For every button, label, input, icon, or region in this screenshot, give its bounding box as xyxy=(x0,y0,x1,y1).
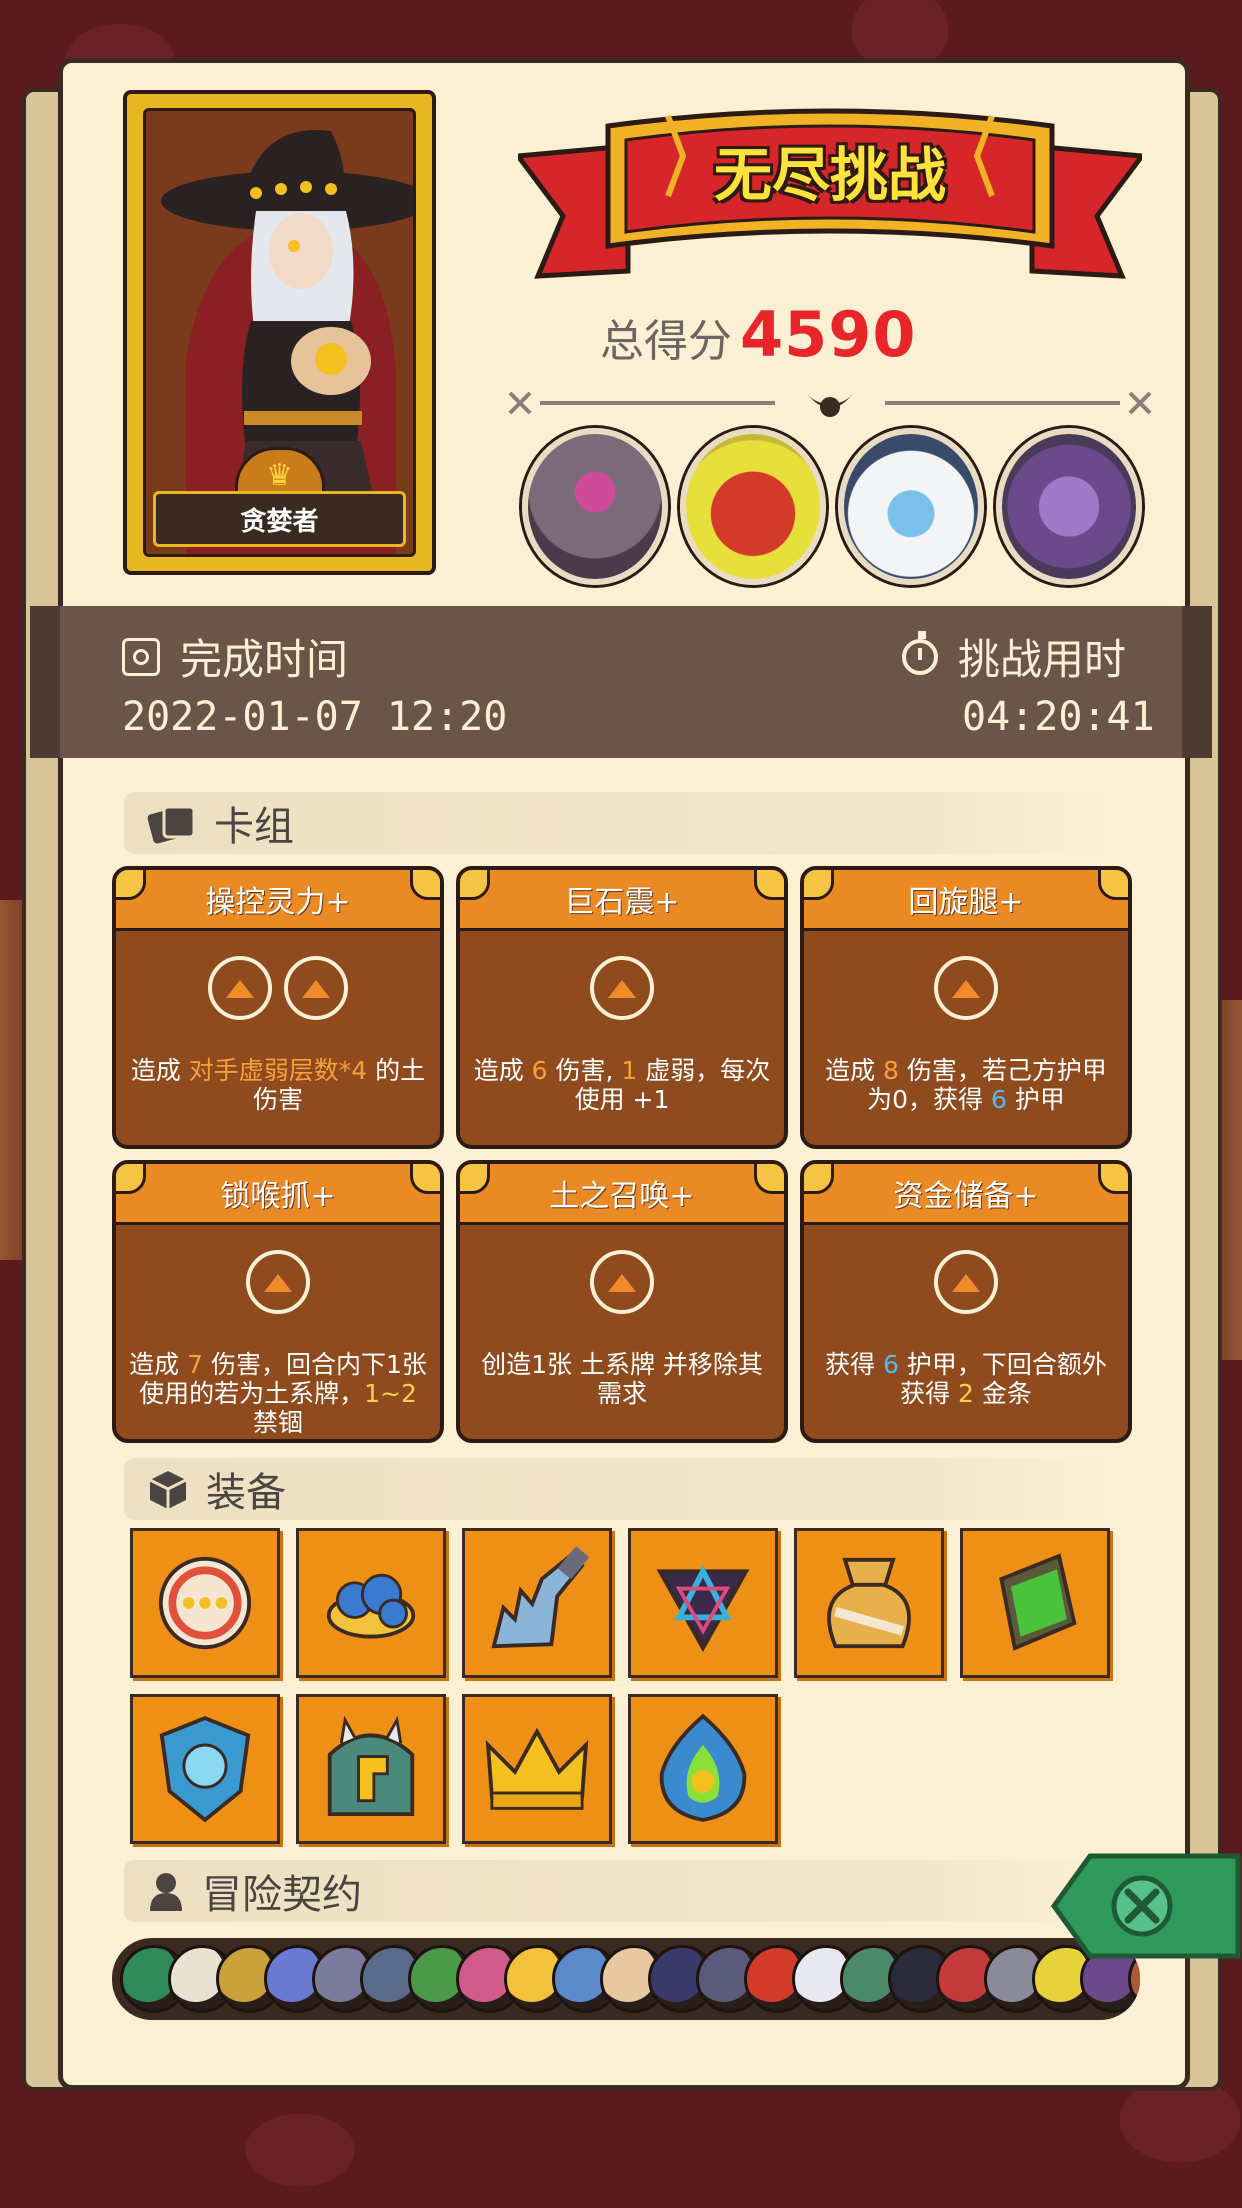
deck-card[interactable]: 回旋腿+ 造成 8 伤害，若己方护甲为0，获得 6 护甲 xyxy=(800,866,1132,1149)
card-description-segment: 土系牌， xyxy=(264,1379,365,1408)
card-description: 造成 7 伤害，回合内下1张使用的若为土系牌，1~2 禁锢 xyxy=(126,1350,430,1437)
card-title: 回旋腿+ xyxy=(804,870,1128,931)
deck-card[interactable]: 资金储备+ 获得 6 护甲，下回合额外获得 2 金条 xyxy=(800,1160,1132,1443)
score-value: 4590 xyxy=(740,298,917,371)
card-description-segment: +1 xyxy=(632,1085,670,1114)
person-icon xyxy=(150,1873,182,1911)
card-cost-icons xyxy=(804,1250,1128,1314)
card-description-segment: 6 xyxy=(883,1350,899,1379)
card-description-segment: 8 xyxy=(883,1056,899,1085)
card-title: 资金储备+ xyxy=(804,1164,1128,1225)
card-description-segment: 造成 xyxy=(825,1056,884,1085)
card-description-segment: 造成 xyxy=(473,1056,532,1085)
card-description-segment: 2 xyxy=(958,1379,974,1408)
finish-time-label: 完成时间 xyxy=(180,635,349,684)
blue-flame-crystal-icon[interactable] xyxy=(628,1694,778,1844)
card-description-segment: 创造1张 xyxy=(481,1350,580,1379)
earth-element-icon xyxy=(590,956,654,1020)
ornamental-divider xyxy=(508,391,1152,417)
hero-portrait-card: ♛ 贪婪者 xyxy=(123,90,436,575)
stone-golem-boss-icon xyxy=(522,428,668,585)
money-bag-icon[interactable] xyxy=(794,1528,944,1678)
score-label: 总得分 xyxy=(600,316,732,367)
card-title: 巨石震+ xyxy=(460,870,784,931)
card-title: 操控灵力+ xyxy=(116,870,440,931)
card-description: 创造1张 土系牌 并移除其需求 xyxy=(470,1350,774,1408)
serrated-blade-icon[interactable] xyxy=(462,1528,612,1678)
card-cost-icons xyxy=(116,956,440,1020)
band-edge-left xyxy=(30,606,60,758)
card-cost-icons xyxy=(116,1250,440,1314)
card-description: 造成 8 伤害，若己方护甲为0，获得 6 护甲 xyxy=(814,1056,1118,1114)
contract-section-header: 冒险契约 xyxy=(124,1860,1114,1922)
card-description: 造成 对手虚弱层数*4 的土伤害 xyxy=(126,1056,430,1114)
close-button[interactable] xyxy=(1050,1852,1242,1960)
card-description: 获得 6 护甲，下回合额外获得 2 金条 xyxy=(814,1350,1118,1408)
earth-element-icon xyxy=(246,1250,310,1314)
equipment-section-header: 装备 xyxy=(124,1458,1114,1520)
hero-name: 贪婪者 xyxy=(153,491,406,547)
band-edge-right xyxy=(1182,606,1212,758)
jack-o-lantern-shield-icon[interactable] xyxy=(130,1694,280,1844)
deck-section-header: 卡组 xyxy=(124,792,1114,854)
card-cost-icons xyxy=(460,1250,784,1314)
banner-title: 无尽挑战 xyxy=(713,141,946,209)
contract-icon-strip[interactable] xyxy=(112,1938,1140,2020)
card-cost-icons xyxy=(460,956,784,1020)
card-description-segment: 伤害, xyxy=(547,1056,622,1085)
earth-element-icon xyxy=(590,1250,654,1314)
deck-label: 卡组 xyxy=(214,804,294,850)
finish-time-label-group: 完成时间 xyxy=(122,626,348,687)
cards-icon xyxy=(147,805,196,844)
card-description: 造成 6 伤害, 1 虚弱，每次使用 +1 xyxy=(470,1056,774,1114)
card-description-segment: 禁锢 xyxy=(252,1408,303,1437)
deck-card[interactable]: 土之召唤+ 创造1张 土系牌 并移除其需求 xyxy=(456,1160,788,1443)
green-scroll-icon[interactable] xyxy=(960,1528,1110,1678)
card-description-segment: 对手虚弱层数*4 xyxy=(188,1056,368,1085)
ring-shield-icon[interactable] xyxy=(130,1528,280,1678)
total-score: 总得分 4590 xyxy=(600,298,1020,371)
earth-element-icon xyxy=(284,956,348,1020)
card-description-segment: 造成 xyxy=(129,1350,188,1379)
card-description-segment: 金条 xyxy=(973,1379,1032,1408)
earth-element-icon xyxy=(934,1250,998,1314)
red-demon-boss-icon xyxy=(680,428,826,585)
yeti-boss-icon xyxy=(838,428,984,585)
duration-value: 04:20:41 xyxy=(962,694,1155,740)
film-icon xyxy=(122,637,160,676)
card-description-segment: 获得 xyxy=(825,1350,884,1379)
title-banner: 无尽挑战 xyxy=(513,96,1147,286)
equipment-label: 装备 xyxy=(206,1470,286,1516)
deck-card[interactable]: 操控灵力+ 造成 对手虚弱层数*4 的土伤害 xyxy=(112,866,444,1149)
purple-dragon-boss-icon xyxy=(996,428,1142,585)
card-description-segment: 1~2 xyxy=(364,1379,417,1408)
hexagram-emblem-icon[interactable] xyxy=(628,1528,778,1678)
defeated-bosses xyxy=(522,428,1142,585)
duration-label: 挑战用时 xyxy=(958,635,1127,684)
card-description-segment: 6 xyxy=(531,1056,548,1085)
blue-mushroom-icon[interactable] xyxy=(296,1528,446,1678)
deck-card[interactable]: 巨石震+ 造成 6 伤害, 1 虚弱，每次使用 +1 xyxy=(456,866,788,1149)
contract-label: 冒险契约 xyxy=(202,1872,362,1918)
earth-element-icon xyxy=(934,956,998,1020)
duration-label-group: 挑战用时 xyxy=(902,626,1126,687)
stopwatch-icon xyxy=(902,630,938,675)
golden-crown-icon[interactable] xyxy=(462,1694,612,1844)
spiked-helmet-icon[interactable] xyxy=(296,1694,446,1844)
card-description-segment: 造成 xyxy=(130,1056,189,1085)
deck-card[interactable]: 锁喉抓+ 造成 7 伤害，回合内下1张使用的若为土系牌，1~2 禁锢 xyxy=(112,1160,444,1443)
card-description-segment: 土系牌 并移除其需求 xyxy=(579,1350,763,1408)
card-description-segment: 伤害，若己方护甲为0，获得 xyxy=(867,1056,1107,1114)
box-icon xyxy=(149,1471,187,1509)
card-description-segment: 6 xyxy=(991,1085,1007,1114)
card-cost-icons xyxy=(804,956,1128,1020)
card-description-segment: 1 xyxy=(621,1056,638,1085)
earth-element-icon xyxy=(208,956,272,1020)
card-title: 锁喉抓+ xyxy=(116,1164,440,1225)
finish-time-value: 2022-01-07 12:20 xyxy=(122,694,508,740)
time-info-band: 完成时间 2022-01-07 12:20 挑战用时 04:20:41 xyxy=(30,606,1212,758)
card-title: 土之召唤+ xyxy=(460,1164,784,1225)
card-description-segment: 7 xyxy=(187,1350,203,1379)
card-description-segment: 护甲 xyxy=(1006,1085,1065,1114)
